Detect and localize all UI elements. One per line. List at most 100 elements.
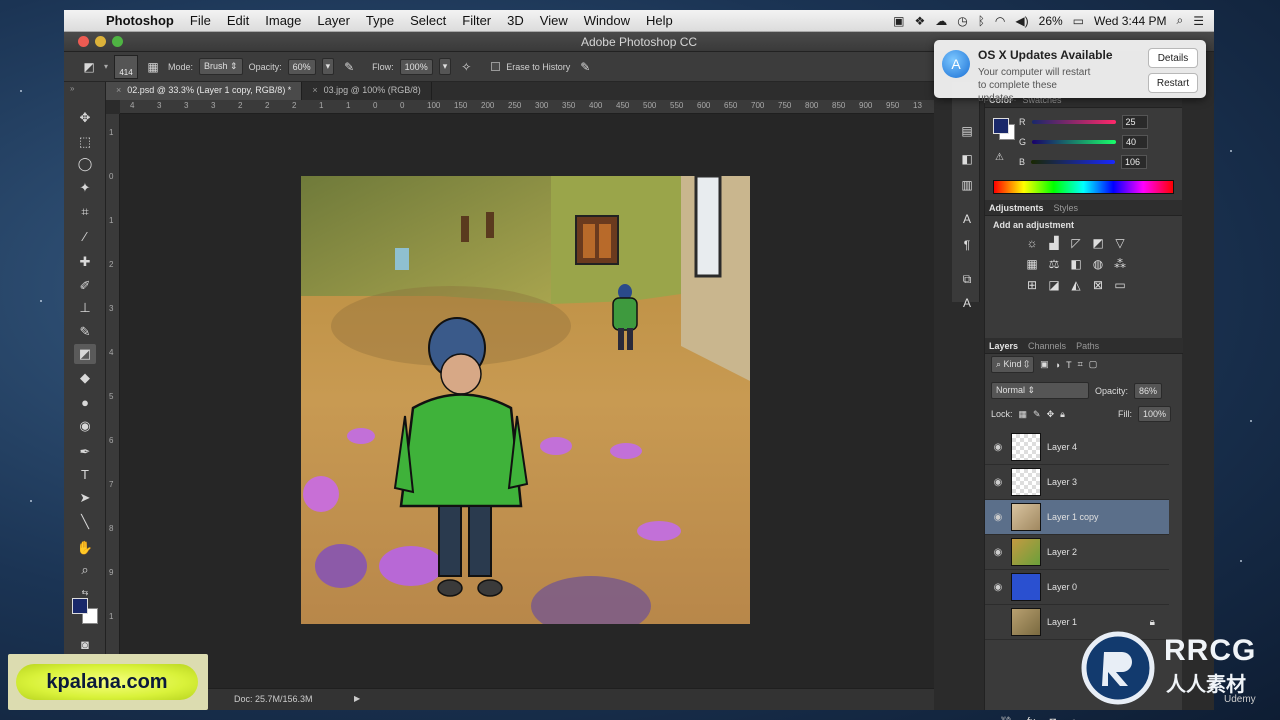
threshold-icon[interactable]: ⊠	[1089, 276, 1107, 294]
visibility-toggle-empty[interactable]: ◉	[985, 617, 1011, 628]
tab-layers[interactable]: Layers	[989, 341, 1018, 351]
black-white-icon[interactable]: ◧	[1067, 255, 1085, 273]
pen-tool-icon[interactable]: ✒	[74, 442, 96, 462]
artwork-image[interactable]	[301, 176, 750, 624]
foreground-color-swatch[interactable]	[72, 598, 88, 614]
opacity-field[interactable]: 60%	[287, 58, 316, 75]
lock-pixels-icon[interactable]: ✎	[1033, 409, 1041, 420]
green-value-field[interactable]: 40	[1122, 135, 1149, 149]
tab-styles[interactable]: Styles	[1054, 203, 1079, 213]
blend-mode-select[interactable]: Normal ⇕	[991, 382, 1089, 399]
spotlight-icon[interactable]: ⌕	[1177, 13, 1184, 28]
mode-select[interactable]: Brush ⇕	[199, 58, 243, 75]
quick-select-tool-icon[interactable]: ✦	[74, 178, 96, 198]
character-panel-icon[interactable]: A	[958, 210, 976, 228]
close-tab-icon[interactable]: ×	[312, 85, 317, 95]
gradient-map-icon[interactable]: ▭	[1111, 276, 1129, 294]
eraser-tool-preset-icon[interactable]: ◩	[80, 58, 98, 76]
brush-size-picker[interactable]: 414	[114, 54, 139, 79]
paint-bucket-tool-icon[interactable]: ◆	[74, 368, 96, 388]
status-menu-arrow-icon[interactable]: ▶	[354, 694, 360, 703]
brightness-contrast-icon[interactable]: ☼	[1023, 234, 1041, 252]
menu-view[interactable]: View	[532, 13, 576, 28]
move-tool-icon[interactable]: ✥	[74, 108, 96, 128]
canvas-area[interactable]	[120, 114, 934, 688]
new-adjustment-layer-icon[interactable]: ◑	[1070, 716, 1077, 720]
quick-mask-icon[interactable]: ◙	[74, 634, 96, 654]
menu-3d[interactable]: 3D	[499, 13, 532, 28]
add-mask-icon[interactable]: ◙	[1050, 716, 1057, 720]
photo-filter-icon[interactable]: ◍	[1089, 255, 1107, 273]
wifi-icon[interactable]: ◠	[995, 14, 1005, 28]
menu-filter[interactable]: Filter	[454, 13, 499, 28]
color-lookup-icon[interactable]: ⊞	[1023, 276, 1041, 294]
dodge-tool-icon[interactable]: ◉	[74, 416, 96, 436]
layer-row-layer-4[interactable]: ◉ Layer 4	[985, 430, 1169, 465]
history-panel-icon[interactable]: ▤	[958, 122, 976, 140]
gamut-warning-icon[interactable]: ⚠	[995, 152, 1004, 163]
menu-window[interactable]: Window	[576, 13, 638, 28]
menu-file[interactable]: File	[182, 13, 219, 28]
menu-app-name[interactable]: Photoshop	[98, 13, 182, 28]
time-machine-icon[interactable]: ◷	[957, 14, 967, 28]
filter-adjustment-icon[interactable]: ◑	[1055, 360, 1060, 370]
exposure-icon[interactable]: ◩	[1089, 234, 1107, 252]
crop-tool-icon[interactable]: ⌗	[74, 202, 96, 222]
brush-tool-icon[interactable]: ✐	[74, 276, 96, 296]
layer-row-layer-0[interactable]: ◉ Layer 0	[985, 570, 1169, 605]
bluetooth-icon[interactable]: ᛒ	[978, 14, 985, 28]
color-spectrum[interactable]	[993, 180, 1174, 194]
red-slider[interactable]	[1031, 120, 1116, 124]
layer-style-fx-icon[interactable]: fx	[1027, 716, 1036, 720]
menu-help[interactable]: Help	[638, 13, 681, 28]
lock-position-icon[interactable]: ✥	[1047, 409, 1055, 420]
dropbox-icon[interactable]: ❖	[914, 14, 925, 28]
filter-pixel-icon[interactable]: ▣	[1040, 359, 1049, 370]
tab-02-psd[interactable]: × 02.psd @ 33.3% (Layer 1 copy, RGB/8) *	[106, 82, 303, 100]
properties-panel-icon[interactable]: ◧	[958, 150, 976, 168]
volume-icon[interactable]: ◀)	[1015, 14, 1028, 28]
visibility-eye-icon[interactable]: ◉	[985, 477, 1011, 488]
curves-icon[interactable]: ◸	[1067, 234, 1085, 252]
lock-transparent-icon[interactable]: ▦	[1019, 409, 1028, 420]
layer-row-layer-2[interactable]: ◉ Layer 2	[985, 535, 1169, 570]
tab-adjustments[interactable]: Adjustments	[989, 203, 1044, 213]
healing-brush-tool-icon[interactable]: ✚	[74, 252, 96, 272]
color-balance-icon[interactable]: ⚖	[1045, 255, 1063, 273]
menu-type[interactable]: Type	[358, 13, 402, 28]
filter-type-icon[interactable]: T	[1066, 360, 1072, 370]
layer-opacity-field[interactable]: 86%	[1134, 382, 1163, 399]
airbrush-icon[interactable]: ✧	[457, 58, 475, 76]
battery-icon[interactable]: ▭	[1073, 14, 1084, 28]
vibrance-icon[interactable]: ▽	[1111, 234, 1129, 252]
layer-comps-icon[interactable]: ▥	[958, 176, 976, 194]
clone-source-icon[interactable]: ⧉	[958, 270, 976, 288]
glyphs-panel-icon[interactable]: A	[958, 294, 976, 312]
hand-tool-icon[interactable]: ✋	[74, 538, 96, 558]
filter-shape-icon[interactable]: ⌗	[1078, 359, 1083, 370]
layer-row-layer-1-copy[interactable]: ◉ Layer 1 copy	[985, 500, 1169, 535]
lock-all-icon[interactable]: 🔒︎	[1060, 409, 1065, 420]
menu-select[interactable]: Select	[402, 13, 454, 28]
screen-record-icon[interactable]: ▣	[893, 14, 904, 28]
marquee-tool-icon[interactable]: ⬚	[74, 132, 96, 152]
clone-stamp-tool-icon[interactable]: ⊥	[74, 298, 96, 318]
menu-layer[interactable]: Layer	[309, 13, 358, 28]
cloud-icon[interactable]: ☁	[935, 14, 947, 28]
channel-mixer-icon[interactable]: ⁂	[1111, 255, 1129, 273]
close-tab-icon[interactable]: ×	[116, 85, 121, 95]
menu-edit[interactable]: Edit	[219, 13, 257, 28]
flow-dropdown-icon[interactable]: ▾	[438, 58, 452, 75]
visibility-eye-icon[interactable]: ◉	[985, 442, 1011, 453]
line-tool-icon[interactable]: ╲	[74, 512, 96, 532]
brush-panel-toggle-icon[interactable]: ▦	[144, 58, 162, 76]
tab-03-jpg[interactable]: × 03.jpg @ 100% (RGB/8)	[302, 82, 432, 100]
zoom-tool-icon[interactable]: ⌕	[74, 560, 96, 580]
visibility-eye-icon[interactable]: ◉	[985, 582, 1011, 593]
details-button[interactable]: Details	[1148, 48, 1198, 68]
eraser-tool-icon[interactable]: ◩	[74, 344, 96, 364]
invert-icon[interactable]: ◪	[1045, 276, 1063, 294]
history-brush-tool-icon[interactable]: ✎	[74, 322, 96, 342]
eyedropper-tool-icon[interactable]: ⁄	[74, 226, 96, 246]
visibility-eye-icon[interactable]: ◉	[985, 547, 1011, 558]
